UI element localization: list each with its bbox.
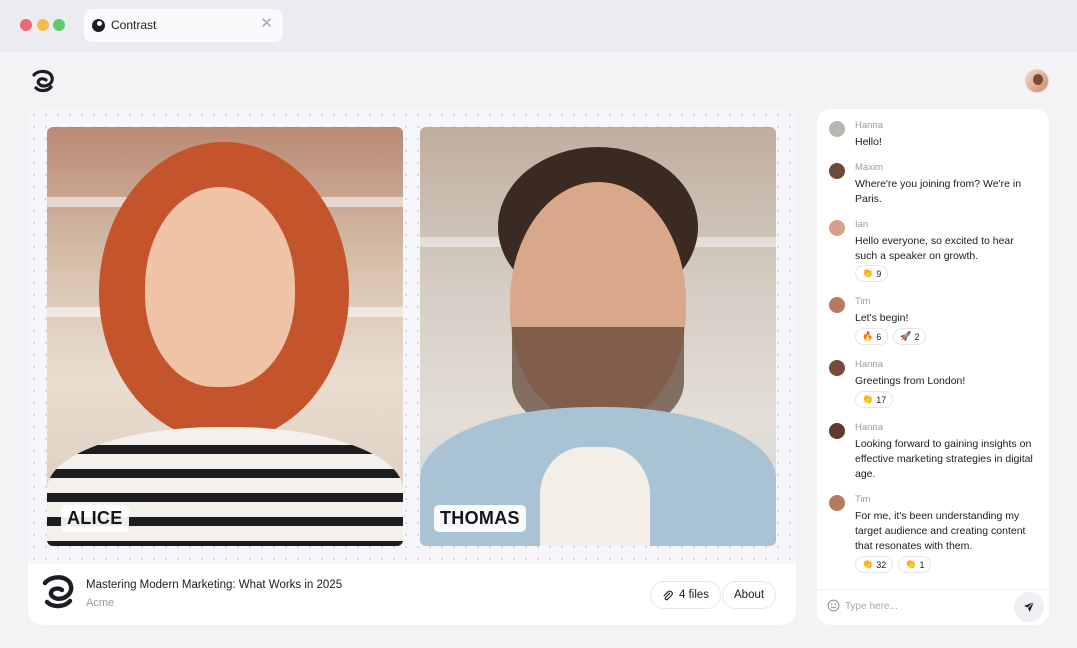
- chat-author-avatar: [829, 423, 845, 439]
- clap-emoji-icon: 👏: [862, 268, 874, 278]
- shirt-stripe: [47, 493, 403, 502]
- fire-emoji-icon: 🔥: [862, 331, 874, 341]
- chat-author: Tim: [855, 296, 871, 307]
- user-avatar[interactable]: [1025, 69, 1049, 93]
- chat-message-text: Where're you joining from? We're in Pari…: [855, 178, 1022, 205]
- tab-title: Contrast: [111, 18, 157, 32]
- message-reactions: 👏 9: [855, 265, 889, 282]
- chat-input-bar: [817, 589, 1049, 625]
- paperclip-icon: [663, 590, 673, 600]
- reaction-count: 9: [876, 268, 882, 279]
- participant-name-tag: ALICE: [61, 505, 129, 532]
- meeting-organization: Acme: [86, 597, 115, 609]
- reaction-rocket[interactable]: 🚀 2: [893, 328, 927, 345]
- chat-author: Hanna: [855, 422, 883, 433]
- chat-message-text: Greetings from London!: [855, 375, 966, 387]
- send-message-button[interactable]: [1014, 592, 1044, 622]
- chat-message-text: Looking forward to gaining insights on e…: [855, 438, 1033, 480]
- shirt-stripe: [47, 445, 403, 454]
- video-grid-area: ALICE THOMAS: [28, 109, 796, 564]
- reaction-count: 17: [876, 394, 887, 405]
- chat-author: Hanna: [855, 120, 883, 131]
- chat-message-text: Hello!: [855, 136, 882, 148]
- chat-author: Hanna: [855, 359, 883, 370]
- reaction-clap[interactable]: 👏 1: [898, 556, 932, 573]
- reaction-count: 2: [914, 331, 920, 342]
- browser-chrome: Contrast ✕: [0, 0, 1077, 52]
- chat-author: Maxim: [855, 162, 883, 173]
- close-window-icon[interactable]: [20, 19, 32, 31]
- chat-author-avatar: [829, 163, 845, 179]
- maximize-window-icon[interactable]: [53, 19, 65, 31]
- clap-emoji-icon: 👏: [862, 559, 874, 569]
- reaction-count: 6: [876, 331, 882, 342]
- chat-message-input[interactable]: [845, 597, 1005, 615]
- chat-author-avatar: [829, 360, 845, 376]
- video-stage: ALICE THOMAS Mastering Modern Marketing:…: [28, 109, 796, 625]
- rocket-emoji-icon: 🚀: [900, 331, 912, 341]
- chat-author-avatar: [829, 297, 845, 313]
- reaction-clap[interactable]: 👏 17: [855, 391, 894, 408]
- chat-message-text: Let's begin!: [855, 312, 909, 324]
- reaction-clap[interactable]: 👏 32: [855, 556, 894, 573]
- about-button[interactable]: About: [722, 581, 777, 609]
- emoji-picker-icon[interactable]: [827, 599, 840, 612]
- files-button[interactable]: 4 files: [650, 581, 722, 609]
- message-reactions: 👏 32 👏 1: [855, 556, 932, 573]
- acme-logo-icon: [42, 575, 74, 609]
- chat-panel: Hanna Hello! Maxim Where're you joining …: [817, 109, 1049, 625]
- clap-emoji-icon: 👏: [862, 394, 874, 404]
- files-button-label: 4 files: [679, 589, 710, 601]
- participant-face: [145, 187, 295, 387]
- send-icon: [1024, 601, 1035, 612]
- reaction-fire[interactable]: 🔥 6: [855, 328, 889, 345]
- participant-tshirt: [540, 447, 650, 546]
- reaction-count: 32: [876, 559, 887, 570]
- reaction-count: 1: [919, 559, 925, 570]
- about-button-label: About: [734, 589, 765, 601]
- reaction-clap[interactable]: 👏 9: [855, 265, 889, 282]
- chat-author-avatar: [829, 220, 845, 236]
- chat-message-text: Hello everyone, so excited to hear such …: [855, 235, 1014, 262]
- chat-author: Ian: [855, 219, 869, 230]
- message-reactions: 🔥 6 🚀 2: [855, 328, 927, 345]
- shirt-stripe: [47, 541, 403, 546]
- chat-author: Tim: [855, 494, 871, 505]
- chat-author-avatar: [829, 121, 845, 137]
- browser-tab[interactable]: Contrast ✕: [84, 9, 283, 42]
- video-tile-alice[interactable]: ALICE: [47, 127, 403, 546]
- message-reactions: 👏 17: [855, 391, 894, 408]
- meeting-title: Mastering Modern Marketing: What Works i…: [86, 579, 343, 591]
- contrast-logo-icon[interactable]: [30, 69, 56, 93]
- clap-emoji-icon: 👏: [905, 559, 917, 569]
- video-tile-thomas[interactable]: THOMAS: [420, 127, 776, 546]
- participant-name-tag: THOMAS: [434, 505, 526, 532]
- minimize-window-icon[interactable]: [37, 19, 49, 31]
- chat-message-text: For me, it's been understanding my targe…: [855, 510, 1026, 552]
- shirt-stripe: [47, 469, 403, 478]
- chat-author-avatar: [829, 495, 845, 511]
- tab-close-icon[interactable]: ✕: [260, 16, 273, 31]
- contrast-favicon-icon: [92, 19, 105, 32]
